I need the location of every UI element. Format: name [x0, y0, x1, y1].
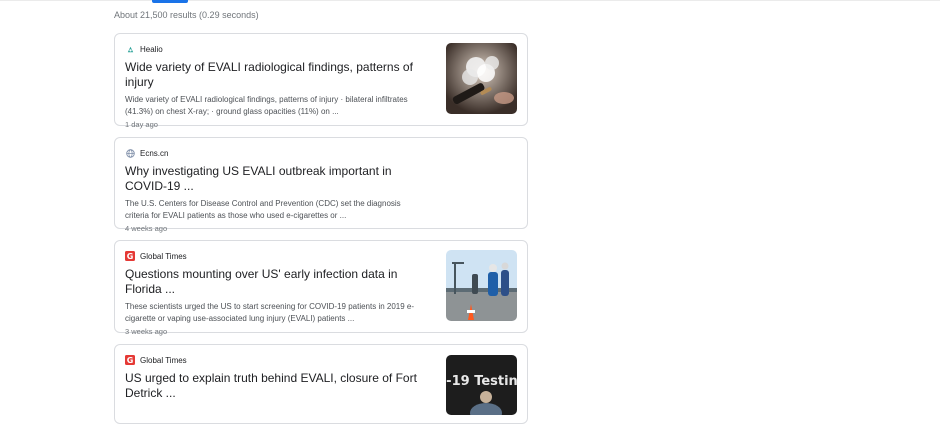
- result-thumbnail[interactable]: [446, 43, 517, 114]
- result-card[interactable]: Healio Wide variety of EVALI radiologica…: [114, 33, 528, 129]
- result-card[interactable]: Ecns.cn Why investigating US EVALI outbr…: [114, 137, 528, 233]
- result-snippet: Wide variety of EVALI radiological findi…: [125, 95, 408, 116]
- result-stats: About 21,500 results (0.29 seconds): [114, 10, 259, 20]
- source-name[interactable]: Global Times: [140, 252, 187, 261]
- svg-text:G: G: [127, 252, 134, 261]
- result-time: 3 weeks ago: [125, 327, 168, 336]
- svg-text:G: G: [127, 356, 134, 365]
- source-row: Ecns.cn: [125, 147, 517, 159]
- source-name[interactable]: Ecns.cn: [140, 149, 168, 158]
- active-tab-indicator: [152, 0, 188, 3]
- result-thumbnail[interactable]: d-19 Testing: [446, 355, 517, 415]
- result-snippet: These scientists urged the US to start s…: [125, 302, 415, 323]
- result-snippet: The U.S. Centers for Disease Control and…: [125, 199, 401, 220]
- result-card[interactable]: G Global Times US urged to explain truth…: [114, 344, 528, 424]
- result-card[interactable]: G Global Times Questions mounting over U…: [114, 240, 528, 336]
- result-title-link[interactable]: Why investigating US EVALI outbreak impo…: [125, 164, 435, 194]
- results-list: Healio Wide variety of EVALI radiologica…: [114, 33, 528, 435]
- global-times-icon: G: [125, 251, 135, 261]
- thumbnail-text: d-19 Testing: [446, 374, 517, 389]
- result-title-link[interactable]: Wide variety of EVALI radiological findi…: [125, 60, 435, 90]
- source-name[interactable]: Global Times: [140, 356, 187, 365]
- result-time: 4 weeks ago: [125, 224, 168, 233]
- globe-icon: [125, 148, 135, 158]
- result-thumbnail[interactable]: [446, 250, 517, 321]
- top-divider: [0, 0, 940, 1]
- source-name[interactable]: Healio: [140, 45, 163, 54]
- result-title-link[interactable]: Questions mounting over US' early infect…: [125, 267, 435, 297]
- result-time: 1 day ago: [125, 120, 158, 129]
- global-times-icon: G: [125, 355, 135, 365]
- healio-icon: [125, 44, 135, 54]
- result-title-link[interactable]: US urged to explain truth behind EVALI, …: [125, 371, 435, 401]
